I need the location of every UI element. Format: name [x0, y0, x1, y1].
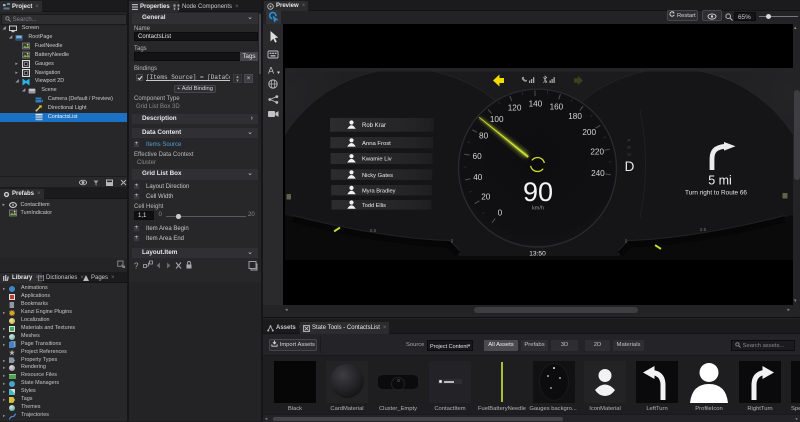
svg-text:Rob Krar: Rob Krar [362, 123, 386, 129]
svg-text:D: D [625, 159, 635, 174]
svg-text:13:50: 13:50 [529, 251, 546, 258]
svg-text:P: P [627, 138, 630, 143]
svg-text:90: 90 [523, 177, 553, 207]
svg-text:120: 120 [508, 104, 522, 113]
svg-text:0: 0 [498, 208, 503, 217]
svg-text:80: 80 [479, 132, 489, 141]
svg-text:Nicky Gates: Nicky Gates [362, 173, 393, 179]
svg-text:160: 160 [550, 102, 564, 111]
svg-text:Kwamie Liv: Kwamie Liv [362, 157, 392, 163]
svg-text:Anna Frost: Anna Frost [362, 141, 391, 147]
svg-text:2.5: 2.5 [700, 227, 707, 232]
svg-text:100: 100 [490, 115, 504, 124]
svg-text:180: 180 [568, 112, 582, 121]
svg-text:?: ? [134, 262, 139, 271]
svg-text:200: 200 [582, 128, 596, 137]
svg-text:240: 240 [591, 169, 605, 178]
svg-text:140: 140 [529, 99, 543, 108]
svg-text:40: 40 [473, 173, 483, 182]
svg-text:N: N [627, 152, 630, 157]
svg-text:Myra Bradley: Myra Bradley [362, 188, 396, 194]
svg-text:Turn right to Route 66: Turn right to Route 66 [685, 190, 747, 197]
svg-text:Todd Ellis: Todd Ellis [362, 203, 386, 209]
svg-text:0.5: 0.5 [370, 228, 377, 233]
svg-text:5 mi: 5 mi [708, 174, 732, 188]
svg-text:20: 20 [481, 193, 491, 202]
svg-text:220: 220 [590, 148, 604, 157]
svg-text:60: 60 [473, 152, 483, 161]
svg-text:A: A [268, 66, 274, 76]
svg-text:km/h: km/h [532, 206, 544, 212]
